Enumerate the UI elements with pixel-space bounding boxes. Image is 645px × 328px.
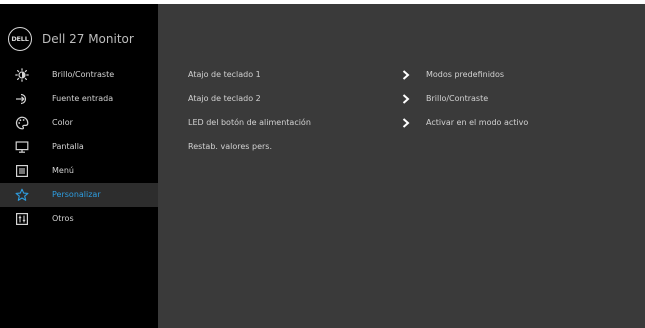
menu-item-personalizar[interactable]: Personalizar <box>0 183 158 207</box>
brightness-icon <box>14 67 30 83</box>
setting-value: Activar en el modo activo <box>426 118 529 127</box>
display-icon <box>14 139 30 155</box>
input-source-icon <box>14 91 30 107</box>
menu-item-label: Fuente entrada <box>52 94 114 103</box>
chevron-right-icon <box>402 70 410 80</box>
others-icon <box>14 211 30 227</box>
setting-row-shortcut-1[interactable]: Atajo de teclado 1 Modos predefinidos <box>158 63 645 87</box>
menu-item-menu[interactable]: Menú <box>0 159 158 183</box>
menu-item-label: Menú <box>52 166 74 175</box>
menu-item-label: Color <box>52 118 73 127</box>
setting-label: Atajo de teclado 2 <box>188 94 261 103</box>
setting-value: Modos predefinidos <box>426 70 505 79</box>
color-palette-icon <box>14 115 30 131</box>
monitor-model: Dell 27 Monitor <box>42 32 134 46</box>
menu-item-label: Otros <box>52 214 74 223</box>
chevron-right-icon <box>402 94 410 104</box>
setting-label: Restab. valores pers. <box>188 142 272 151</box>
setting-row-shortcut-2[interactable]: Atajo de teclado 2 Brillo/Contraste <box>158 87 645 111</box>
menu-item-fuente-entrada[interactable]: Fuente entrada <box>0 87 158 111</box>
menu-item-label: Pantalla <box>52 142 84 151</box>
setting-label: Atajo de teclado 1 <box>188 70 261 79</box>
menu-item-label: Brillo/Contraste <box>52 70 115 79</box>
brand-header: DELL Dell 27 Monitor <box>8 26 134 52</box>
star-icon <box>14 187 30 203</box>
menu-item-label: Personalizar <box>52 190 101 199</box>
menu-icon <box>14 163 30 179</box>
chevron-right-icon <box>402 118 410 128</box>
setting-row-power-led[interactable]: LED del botón de alimentación Activar en… <box>158 111 645 135</box>
monitor-osd: DELL Dell 27 Monitor Brillo/Contraste Fu… <box>0 0 645 328</box>
menu-item-color[interactable]: Color <box>0 111 158 135</box>
settings-panel: Atajo de teclado 1 Modos predefinidos At… <box>158 4 645 328</box>
setting-row-reset[interactable]: Restab. valores pers. <box>158 135 645 159</box>
menu-item-brillo-contraste[interactable]: Brillo/Contraste <box>0 63 158 87</box>
dell-logo: DELL <box>8 27 32 51</box>
menu-item-pantalla[interactable]: Pantalla <box>0 135 158 159</box>
setting-label: LED del botón de alimentación <box>188 118 311 127</box>
menu-item-otros[interactable]: Otros <box>0 207 158 231</box>
osd-menu: Brillo/Contraste Fuente entrada Color Pa… <box>0 63 158 231</box>
setting-value: Brillo/Contraste <box>426 94 489 103</box>
osd-sidebar: DELL Dell 27 Monitor Brillo/Contraste Fu… <box>0 4 158 328</box>
